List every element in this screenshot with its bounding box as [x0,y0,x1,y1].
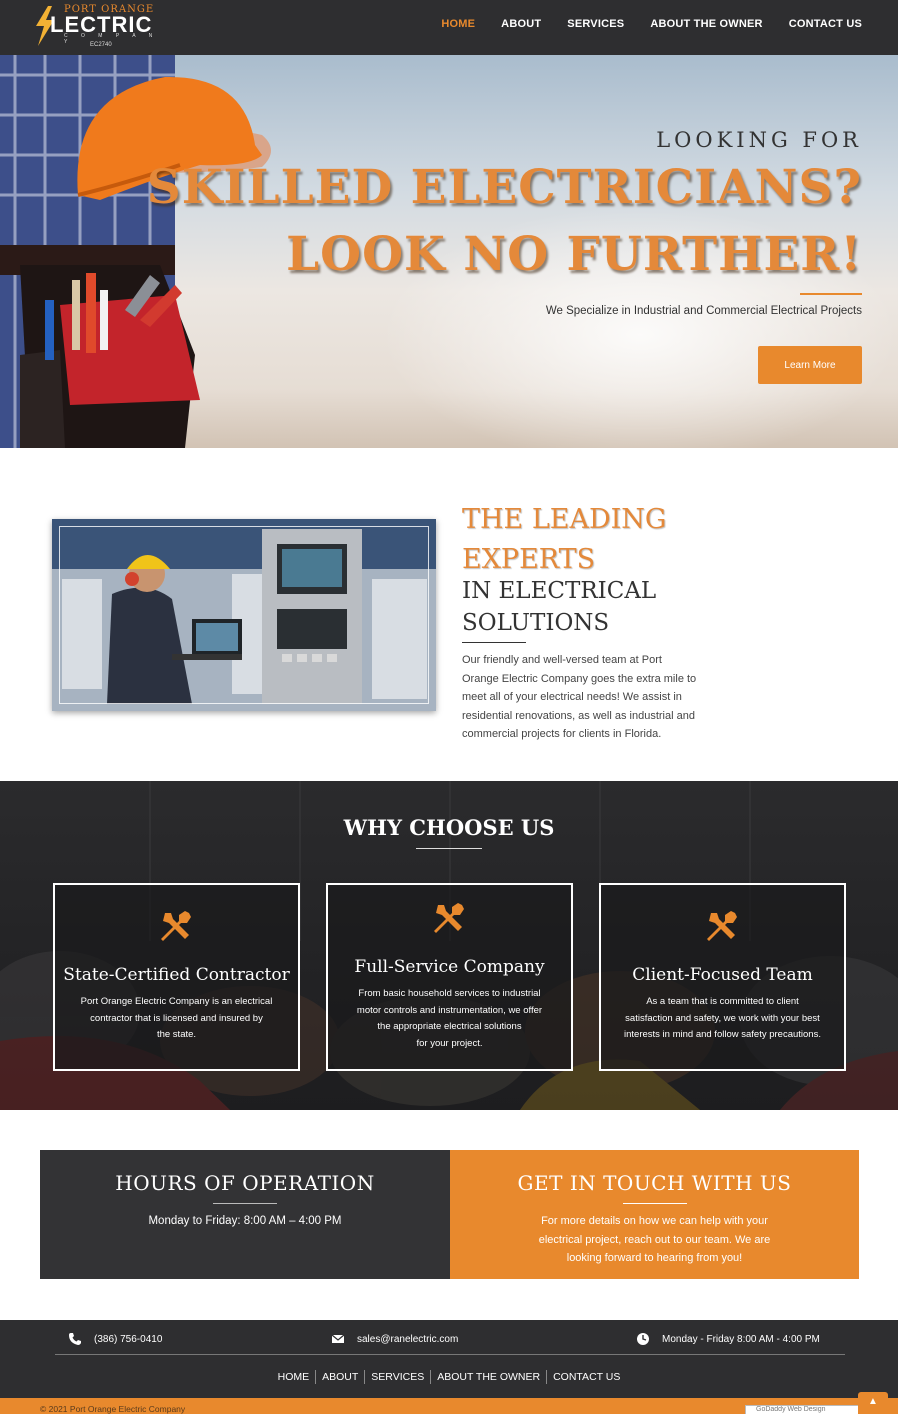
why-title: WHY CHOOSE US [343,815,555,840]
technician-photo [52,519,436,711]
experts-line: meet all of your electrical needs! We as… [462,691,682,703]
footer-phone[interactable]: (386) 756-0410 [68,1332,162,1346]
card-line: As a team that is committed to client [646,996,799,1007]
experts-title: THE LEADING EXPERTS [462,500,667,580]
godaddy-badge[interactable]: GoDaddy Web Design [745,1405,865,1414]
learn-more-button[interactable]: Learn More [758,346,862,384]
experts-line: residential renovations, as well as indu… [462,709,695,722]
footer-hours-text: Monday - Friday 8:00 AM - 4:00 PM [662,1333,820,1345]
footer-hours: Monday - Friday 8:00 AM - 4:00 PM [636,1332,820,1346]
footer-email-text[interactable]: sales@ranelectric.com [357,1334,458,1345]
main-nav: HOME ABOUT SERVICES ABOUT THE OWNER CONT… [441,18,862,30]
experts-subtitle: IN ELECTRICAL SOLUTIONS [462,575,656,639]
contact-line: electrical project, reach out to our tea… [538,1233,771,1246]
experts-subtitle-line-1: IN ELECTRICAL [462,578,657,604]
chevron-up-icon: ▲ [868,1396,878,1407]
phone-icon [69,1333,81,1345]
footer-nav-about[interactable]: ABOUT [316,1370,366,1384]
hero-headline-1: SKILLED ELECTRICIANS? [146,160,862,215]
why-choose-us-section: WHY CHOOSE US State-Certified Contractor… [0,781,898,1110]
feature-card-full-service: Full-Service Company From basic househol… [326,883,573,1071]
contact-divider [622,1203,687,1204]
hero-divider [800,293,862,295]
card-line: contractor that is licensed and insured … [90,1012,263,1024]
hero-banner: LOOKING FOR SKILLED ELECTRICIANS? LOOK N… [0,55,898,448]
logo-line-3: C O M P A N Y [64,33,159,45]
footer-email[interactable]: sales@ranelectric.com [331,1332,458,1346]
tools-icon [433,903,464,933]
feature-card-certified: State-Certified Contractor Port Orange E… [53,883,300,1071]
card-line: satisfaction and safety, we work with yo… [625,1012,820,1024]
experts-subtitle-line-2: SOLUTIONS [462,610,610,636]
hours-divider [213,1203,277,1204]
logo-license: EC2740 [90,42,112,48]
why-divider [416,848,482,849]
feature-card-client-focused: Client-Focused Team As a team that is co… [599,883,846,1071]
feature-card-description: Port Orange Electric Company is an elect… [67,994,286,1044]
contact-line: For more details on how we can help with… [541,1215,768,1227]
experts-line: commercial projects for clients in Flori… [462,728,662,740]
clock-icon [637,1333,649,1345]
footer-phone-text[interactable]: (386) 756-0410 [94,1334,162,1345]
hero-subtitle: We Specialize in Industrial and Commerci… [545,305,862,317]
contact-title: GET IN TOUCH WITH US [517,1171,792,1195]
feature-card-description: From basic household services to industr… [340,986,559,1052]
experts-line: Our friendly and well-versed team at Por… [462,654,662,666]
footer-nav-about-owner[interactable]: ABOUT THE OWNER [431,1370,548,1384]
photo-frame [59,526,429,704]
nav-home[interactable]: HOME [441,18,475,30]
footer-nav-contact[interactable]: CONTACT US [547,1370,626,1384]
experts-title-line-2: EXPERTS [462,544,596,575]
contact-text: For more details on how we can help with… [510,1212,799,1268]
tools-icon [706,911,737,941]
nav-services[interactable]: SERVICES [567,18,624,30]
copyright-text: © 2021 Port Orange Electric Company [40,1404,186,1414]
nav-contact[interactable]: CONTACT US [789,18,862,30]
experts-divider [462,642,526,643]
card-line: motor controls and instrumentation, we o… [356,1004,543,1016]
card-line: Port Orange Electric Company is an elect… [80,996,273,1007]
company-logo[interactable]: PORT ORANGE LECTRIC C O M P A N Y EC2740 [34,2,164,52]
nav-about-owner[interactable]: ABOUT THE OWNER [650,18,762,30]
scroll-to-top-button[interactable]: ▲ [858,1392,888,1414]
hero-headline-2: LOOK NO FURTHER! [286,227,862,282]
footer-nav-services[interactable]: SERVICES [365,1370,432,1384]
experts-description: Our friendly and well-versed team at Por… [462,651,717,744]
feature-card-title: State-Certified Contractor [63,965,290,985]
footer-nav-home[interactable]: HOME [272,1370,317,1384]
card-line: From basic household services to industr… [358,988,541,999]
feature-card-title: Full-Service Company [354,957,545,977]
card-line: the state. [156,1029,197,1040]
envelope-icon [331,1334,345,1343]
hours-text: Monday to Friday: 8:00 AM – 4:00 PM [148,1215,342,1227]
card-line: interests in mind and follow safety prec… [624,1029,821,1040]
site-footer: (386) 756-0410 sales@ranelectric.com Mon… [0,1320,898,1398]
nav-about[interactable]: ABOUT [501,18,541,30]
feature-card-description: As a team that is committed to client sa… [613,994,832,1044]
card-line: the appropriate electrical solutions [377,1021,522,1032]
top-navbar: PORT ORANGE LECTRIC C O M P A N Y EC2740… [0,0,898,55]
experts-title-line-1: THE LEADING [462,504,667,535]
footer-nav: HOME ABOUT SERVICES ABOUT THE OWNER CONT… [0,1370,898,1384]
hours-title: HOURS OF OPERATION [115,1171,375,1195]
hero-kicker: LOOKING FOR [656,128,862,152]
contact-line: looking forward to hearing from you! [566,1252,743,1264]
feature-card-title: Client-Focused Team [632,965,813,985]
tools-icon [160,911,191,941]
contact-panel: GET IN TOUCH WITH US For more details on… [450,1150,859,1279]
hours-panel: HOURS OF OPERATION Monday to Friday: 8:0… [40,1150,450,1279]
experts-line: Orange Electric Company goes the extra m… [462,672,697,685]
footer-divider [55,1354,845,1355]
card-line: for your project. [416,1037,483,1049]
electrician-with-hardhat-image [0,55,271,448]
